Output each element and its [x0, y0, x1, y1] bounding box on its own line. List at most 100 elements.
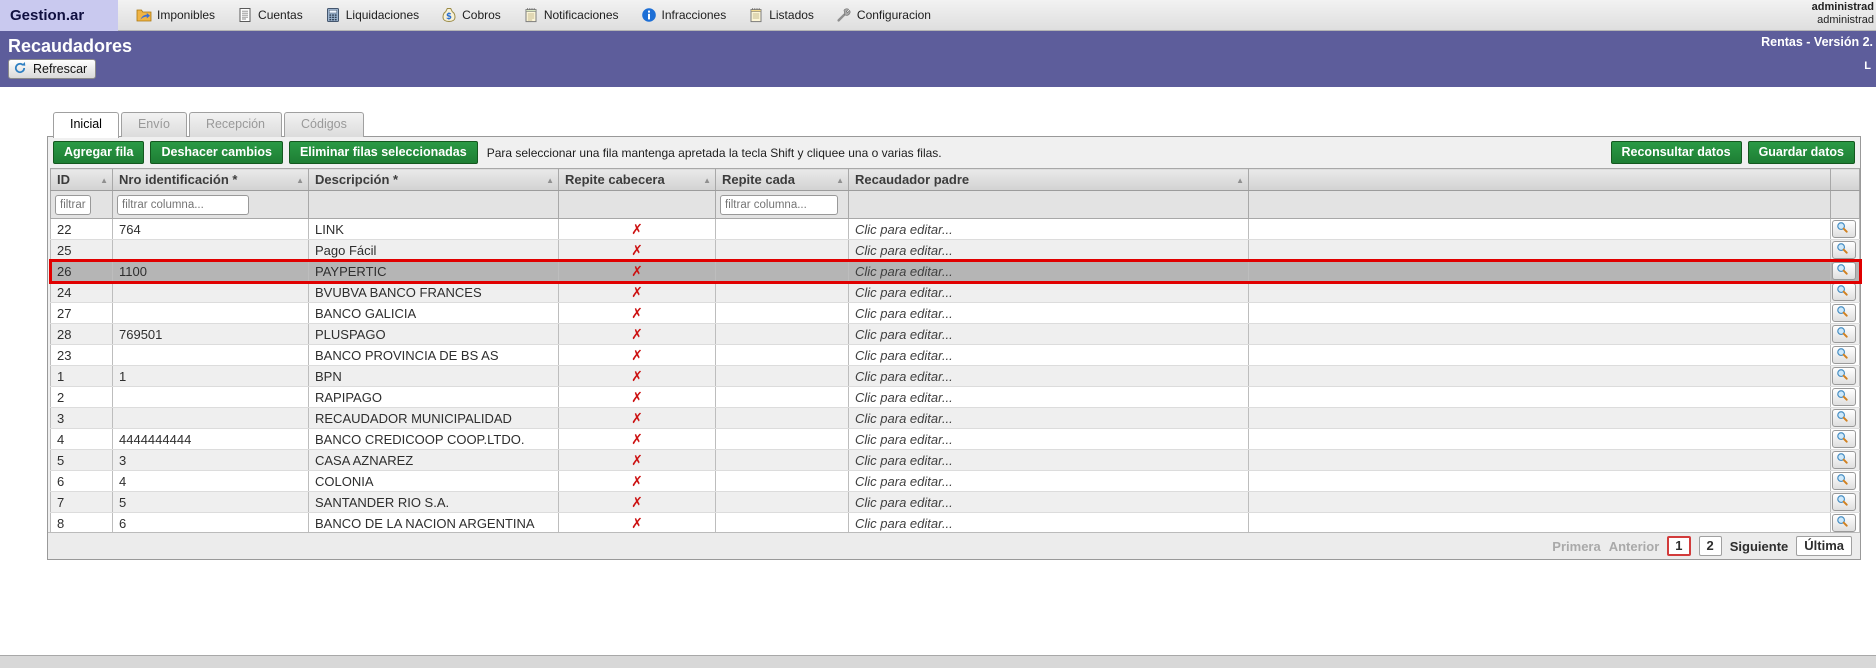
save-button[interactable]: Guardar datos [1748, 141, 1855, 164]
tab-label: Inicial [70, 117, 102, 131]
menu-item-cobros[interactable]: $ Cobros [441, 7, 501, 23]
filter-input-repite-cada[interactable] [720, 195, 838, 215]
column-header-descripcion[interactable]: Descripción *▲ [309, 169, 559, 191]
refresh-label: Refrescar [33, 62, 87, 76]
cell-recaudador-padre[interactable]: Clic para editar... [849, 219, 1249, 240]
detail-button[interactable] [1832, 325, 1856, 343]
table-row[interactable]: 2 RAPIPAGO ✗ Clic para editar... [51, 387, 1860, 408]
cell-repite-cada [716, 408, 849, 429]
table-row[interactable]: 3 RECAUDADOR MUNICIPALIDAD ✗ Clic para e… [51, 408, 1860, 429]
refresh-button[interactable]: Refrescar [8, 59, 96, 79]
tab-recepcion[interactable]: Recepción [189, 112, 282, 137]
menu-item-imponibles[interactable]: Imponibles [136, 7, 215, 23]
column-header-recaudador-padre[interactable]: Recaudador padre▲ [849, 169, 1249, 191]
detail-button[interactable] [1832, 367, 1856, 385]
column-header-id[interactable]: ID▲ [51, 169, 113, 191]
undo-changes-button[interactable]: Deshacer cambios [150, 141, 282, 164]
detail-button[interactable] [1832, 304, 1856, 322]
cell-recaudador-padre[interactable]: Clic para editar... [849, 471, 1249, 492]
detail-button[interactable] [1832, 241, 1856, 259]
pagination-previous[interactable]: Anterior [1609, 539, 1660, 554]
cell-recaudador-padre[interactable]: Clic para editar... [849, 366, 1249, 387]
cell-recaudador-padre[interactable]: Clic para editar... [849, 303, 1249, 324]
cell-recaudador-padre[interactable]: Clic para editar... [849, 387, 1249, 408]
cell-recaudador-padre[interactable]: Clic para editar... [849, 408, 1249, 429]
cell-id: 5 [51, 450, 113, 471]
notepad-icon [523, 7, 539, 23]
table-row[interactable]: 22 764 LINK ✗ Clic para editar... [51, 219, 1860, 240]
column-header-repite-cada[interactable]: Repite cada▲ [716, 169, 849, 191]
table-row[interactable]: 7 5 SANTANDER RIO S.A. ✗ Clic para edita… [51, 492, 1860, 513]
detail-button[interactable] [1832, 472, 1856, 490]
cell-recaudador-padre[interactable]: Clic para editar... [849, 345, 1249, 366]
menu-item-label: Cuentas [258, 8, 303, 22]
folder-icon [136, 7, 152, 23]
menu-item-notificaciones[interactable]: Notificaciones [523, 7, 619, 23]
wrench-icon [836, 7, 852, 23]
table-row[interactable]: 26 1100 PAYPERTIC ✗ Clic para editar... [51, 261, 1860, 282]
table-row[interactable]: 27 BANCO GALICIA ✗ Clic para editar... [51, 303, 1860, 324]
filter-input-nro-identificacion[interactable] [117, 195, 249, 215]
cell-recaudador-padre[interactable]: Clic para editar... [849, 513, 1249, 534]
pagination-page-1[interactable]: 1 [1667, 536, 1690, 556]
cell-recaudador-padre[interactable]: Clic para editar... [849, 261, 1249, 282]
detail-button[interactable] [1832, 220, 1856, 238]
table-row[interactable]: 28 769501 PLUSPAGO ✗ Clic para editar... [51, 324, 1860, 345]
table-row[interactable]: 6 4 COLONIA ✗ Clic para editar... [51, 471, 1860, 492]
cross-icon: ✗ [631, 326, 643, 342]
table-row[interactable]: 4 4444444444 BANCO CREDICOOP COOP.LTDO. … [51, 429, 1860, 450]
table-row[interactable]: 23 BANCO PROVINCIA DE BS AS ✗ Clic para … [51, 345, 1860, 366]
detail-button[interactable] [1832, 262, 1856, 280]
detail-button[interactable] [1832, 388, 1856, 406]
filter-input-id[interactable] [55, 195, 91, 215]
pagination-first[interactable]: Primera [1552, 539, 1600, 554]
cell-recaudador-padre[interactable]: Clic para editar... [849, 450, 1249, 471]
magnifier-icon [1836, 368, 1852, 384]
requery-button[interactable]: Reconsultar datos [1611, 141, 1742, 164]
cell-recaudador-padre[interactable]: Clic para editar... [849, 282, 1249, 303]
cell-nro-identificacion [113, 303, 309, 324]
cell-recaudador-padre[interactable]: Clic para editar... [849, 240, 1249, 261]
cell-repite-cabecera: ✗ [559, 492, 716, 513]
pagination-next[interactable]: Siguiente [1730, 539, 1789, 554]
cell-recaudador-padre[interactable]: Clic para editar... [849, 324, 1249, 345]
table-row[interactable]: 24 BVUBVA BANCO FRANCES ✗ Clic para edit… [51, 282, 1860, 303]
detail-button[interactable] [1832, 430, 1856, 448]
magnifier-icon [1836, 473, 1852, 489]
menu-item-listados[interactable]: Listados [748, 7, 814, 23]
cell-id: 6 [51, 471, 113, 492]
cell-actions [1831, 450, 1860, 471]
column-header-nro-identificacion[interactable]: Nro identificación *▲ [113, 169, 309, 191]
detail-button[interactable] [1832, 514, 1856, 532]
tab-codigos[interactable]: Códigos [284, 112, 364, 137]
pagination-last[interactable]: Última [1796, 536, 1852, 556]
table-row[interactable]: 5 3 CASA AZNAREZ ✗ Clic para editar... [51, 450, 1860, 471]
delete-selected-rows-button[interactable]: Eliminar filas seleccionadas [289, 141, 478, 164]
detail-button[interactable] [1832, 493, 1856, 511]
menu-item-infracciones[interactable]: Infracciones [641, 7, 727, 23]
menu-item-configuracion[interactable]: Configuracion [836, 7, 931, 23]
cell-nro-identificacion: 769501 [113, 324, 309, 345]
menu-item-liquidaciones[interactable]: Liquidaciones [325, 7, 419, 23]
cell-descripcion: BANCO CREDICOOP COOP.LTDO. [309, 429, 559, 450]
tab-inicial[interactable]: Inicial [53, 112, 119, 138]
app-logo[interactable]: Gestion.ar [0, 0, 118, 31]
table-row[interactable]: 25 Pago Fácil ✗ Clic para editar... [51, 240, 1860, 261]
cell-id: 27 [51, 303, 113, 324]
tab-label: Recepción [206, 117, 265, 131]
cell-recaudador-padre[interactable]: Clic para editar... [849, 492, 1249, 513]
column-header-repite-cabecera[interactable]: Repite cabecera▲ [559, 169, 716, 191]
table-row[interactable]: 8 6 BANCO DE LA NACION ARGENTINA ✗ Clic … [51, 513, 1860, 534]
detail-button[interactable] [1832, 409, 1856, 427]
corner-link[interactable]: L [1864, 60, 1871, 72]
table-row[interactable]: 1 1 BPN ✗ Clic para editar... [51, 366, 1860, 387]
cell-recaudador-padre[interactable]: Clic para editar... [849, 429, 1249, 450]
detail-button[interactable] [1832, 283, 1856, 301]
cell-id: 28 [51, 324, 113, 345]
tab-envio[interactable]: Envío [121, 112, 187, 137]
pagination-page-2[interactable]: 2 [1699, 536, 1722, 556]
detail-button[interactable] [1832, 346, 1856, 364]
menu-item-cuentas[interactable]: Cuentas [237, 7, 303, 23]
detail-button[interactable] [1832, 451, 1856, 469]
add-row-button[interactable]: Agregar fila [53, 141, 144, 164]
